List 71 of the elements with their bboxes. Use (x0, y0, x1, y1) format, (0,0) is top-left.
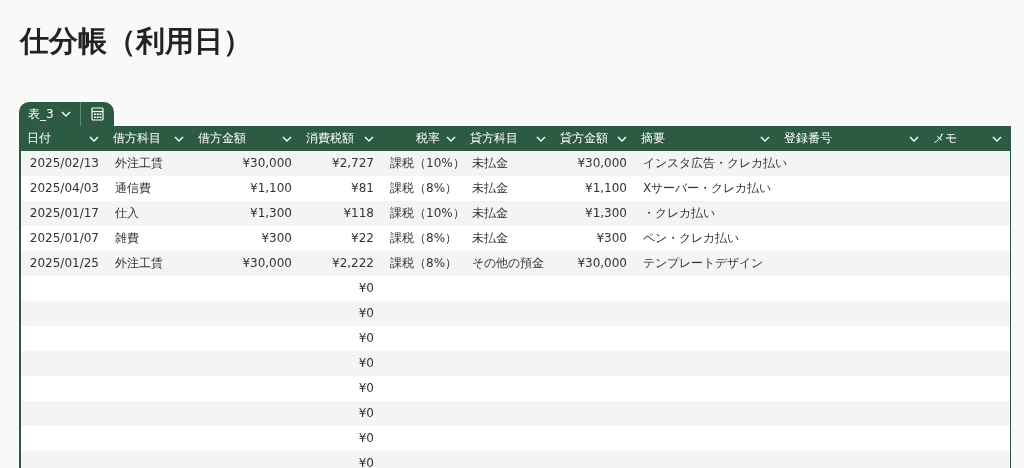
table-cell: ¥1,100 (250, 181, 292, 195)
table-cell: 未払金 (472, 206, 508, 220)
table-cell: ¥300 (596, 231, 627, 245)
table-cell: 2025/02/13 (29, 156, 99, 170)
table-cell: 外注工賃 (115, 256, 163, 270)
table-cell: 課税（8%） (390, 181, 458, 195)
table-cell: ¥118 (343, 206, 374, 220)
table-cell: ¥22 (351, 231, 374, 245)
chevron-down-icon[interactable] (364, 135, 374, 142)
table-cell: 雑費 (115, 231, 139, 245)
page-title: 仕分帳（利用日） (20, 23, 252, 60)
table-cell: ¥2,727 (332, 156, 374, 170)
table-cell: ¥2,222 (332, 256, 374, 270)
table-cell: 課税（8%） (390, 231, 458, 245)
table-cell: ¥1,300 (585, 206, 627, 220)
chevron-down-icon[interactable] (992, 135, 1002, 142)
chevron-down-icon[interactable] (60, 111, 71, 117)
table-cell: ¥0 (358, 331, 374, 345)
chevron-down-icon[interactable] (909, 135, 919, 142)
table-cell: 2025/01/07 (29, 231, 99, 245)
table-cell: 課税（10%） (390, 156, 465, 170)
table-cell: 課税（8%） (390, 256, 458, 270)
table-cell: インスタ広告・クレカ払い (643, 156, 787, 170)
table-cell: 2025/01/25 (29, 256, 99, 270)
chevron-down-icon[interactable] (89, 135, 99, 142)
table-cell: 仕入 (115, 206, 139, 220)
table-cell: 未払金 (472, 181, 508, 195)
chevron-down-icon[interactable] (282, 135, 292, 142)
table-cell: ¥81 (351, 181, 374, 195)
table-cell: ¥0 (358, 356, 374, 370)
chevron-down-icon[interactable] (536, 135, 546, 142)
table-cell: 2025/04/03 (29, 181, 99, 195)
column-header[interactable]: 日付 (21, 126, 107, 151)
column-header[interactable]: 税率 (382, 126, 464, 151)
table-cell: ¥30,000 (577, 256, 627, 270)
table-cell: 2025/01/17 (29, 206, 99, 220)
column-header[interactable]: 登録番号 (778, 126, 927, 151)
table-cell: ¥0 (358, 456, 374, 468)
table-cell: ¥300 (261, 231, 292, 245)
column-header[interactable]: 消費税額 (300, 126, 382, 151)
column-header[interactable]: 借方金額 (192, 126, 300, 151)
table-cell: 未払金 (472, 231, 508, 245)
table-cell: 課税（10%） (390, 206, 465, 220)
table-cell: ¥0 (358, 306, 374, 320)
table-cell: 外注工賃 (115, 156, 163, 170)
chevron-down-icon[interactable] (760, 135, 770, 142)
table-cell: テンプレートデザイン (643, 256, 763, 270)
column-header[interactable]: 貸方科目 (464, 126, 554, 151)
calculator-icon[interactable] (90, 107, 104, 121)
chevron-down-icon[interactable] (446, 135, 456, 142)
table-cell: ¥30,000 (577, 156, 627, 170)
table-cell: ¥1,100 (585, 181, 627, 195)
table-cell: ¥1,300 (250, 206, 292, 220)
table-cell: ¥0 (358, 281, 374, 295)
table-cell: 未払金 (472, 156, 508, 170)
table-cell: ¥0 (358, 381, 374, 395)
table-cell: ¥30,000 (242, 256, 292, 270)
table-cell: ¥0 (358, 406, 374, 420)
table-cell: ¥30,000 (242, 156, 292, 170)
table-cell: その他の預金 (472, 256, 544, 270)
column-header[interactable]: メモ (927, 126, 1010, 151)
table-cell: ペン・クレカ払い (643, 231, 739, 245)
chevron-down-icon[interactable] (174, 135, 184, 142)
column-header[interactable]: 借方科目 (107, 126, 192, 151)
table-cell: Xサーバー・クレカ払い (643, 181, 772, 195)
table-cell: ・クレカ払い (643, 206, 715, 220)
chevron-down-icon[interactable] (617, 135, 627, 142)
table-cell: ¥0 (358, 431, 374, 445)
table-cell: 通信費 (115, 181, 151, 195)
column-header[interactable]: 摘要 (635, 126, 778, 151)
column-header[interactable]: 貸方金額 (554, 126, 635, 151)
